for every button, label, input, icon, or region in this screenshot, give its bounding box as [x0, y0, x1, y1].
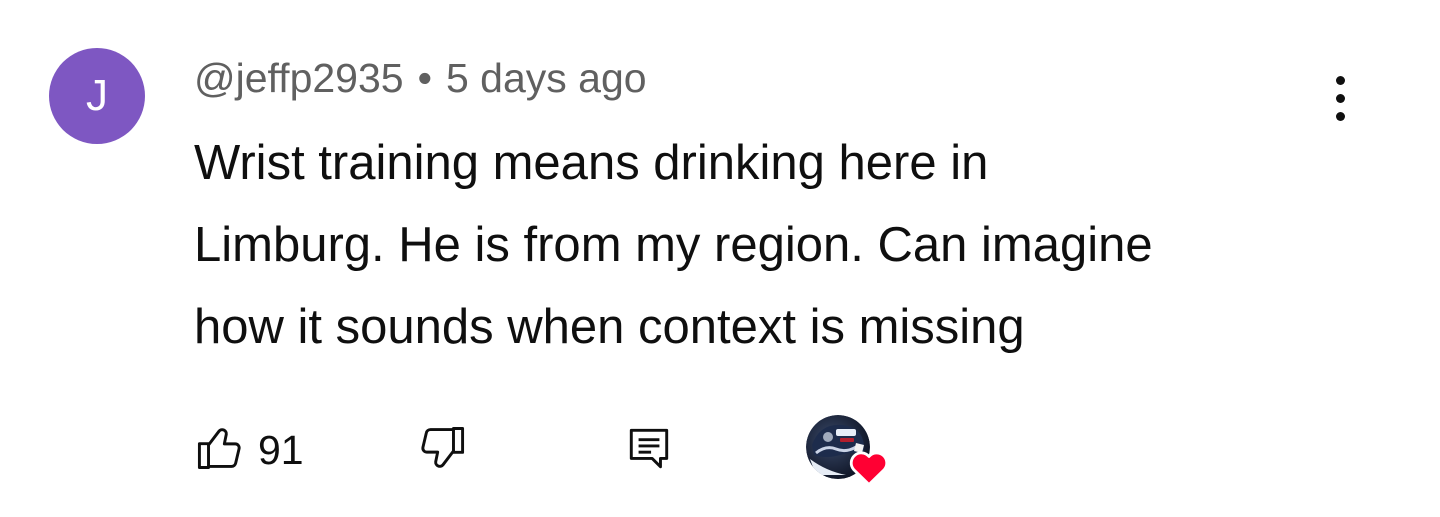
separator-dot: • [417, 54, 432, 101]
comment-text-line: Wrist training means drinking here in [194, 136, 989, 190]
heart-icon [848, 447, 890, 492]
author-name[interactable]: @jeffp2935 [194, 55, 404, 102]
comment: J @jeffp2935 • 5 days ago Wrist training… [0, 0, 1440, 517]
like-count: 91 [258, 426, 304, 473]
reply-comment-icon [624, 423, 674, 478]
more-vertical-icon [1335, 75, 1345, 121]
thumbs-up-icon [194, 422, 246, 479]
comment-text-line: Limburg. He is from my region. Can imagi… [194, 218, 1153, 272]
comment-header: @jeffp2935 • 5 days ago [194, 52, 647, 104]
avatar-letter: J [86, 71, 108, 120]
thumbs-down-icon [416, 422, 468, 479]
comment-text-line: how it sounds when context is missing [194, 300, 1025, 354]
dislike-button[interactable] [416, 415, 468, 485]
creator-heart-badge[interactable] [806, 415, 890, 489]
avatar[interactable]: J [49, 48, 145, 144]
reply-button[interactable] [624, 415, 674, 485]
timestamp[interactable]: 5 days ago [446, 55, 647, 102]
more-options-button[interactable] [1318, 66, 1362, 130]
like-button[interactable]: 91 [194, 415, 304, 485]
comment-text: Wrist training means drinking here in Li… [194, 122, 1354, 368]
